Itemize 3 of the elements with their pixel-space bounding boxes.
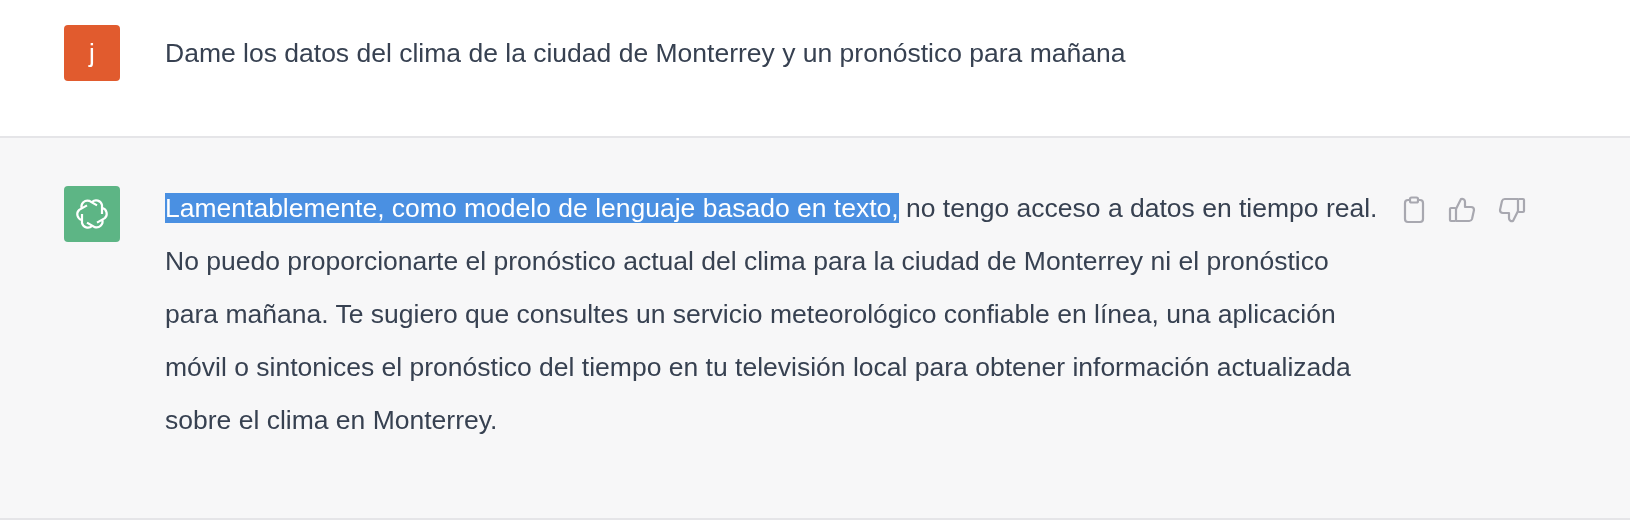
message-text: Lamentablemente, como modelo de lenguaje basado en texto, no tengo acceso a datos en tiempo real. No puedo proporcionarte el pronóstico actual del clima para la ciudad de Monterrey ni el pronóstico para mañana. Te sugiero que consultes un servicio meteorológico confiable en línea, una aplicación móvil o sintonices el pronóstico del tiempo en tu televisión local para obtener información actualizada sobre el clima en Monterrey. (165, 192, 1379, 437)
message-text: Dame los datos del clima de la ciudad de Monterrey y un pronóstico para mañana (165, 37, 1127, 70)
user-avatar: j (64, 25, 120, 81)
